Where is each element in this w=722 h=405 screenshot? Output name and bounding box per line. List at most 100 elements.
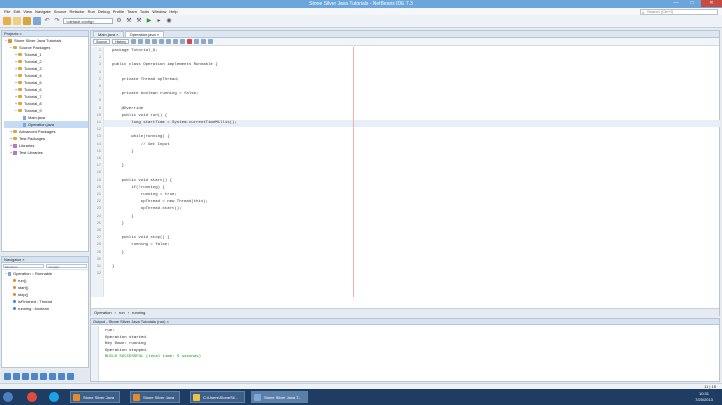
- menu-team[interactable]: Team: [127, 9, 137, 14]
- breadcrumb-method[interactable]: run: [119, 310, 125, 315]
- panel-tool-icon[interactable]: [22, 372, 29, 380]
- tree-package[interactable]: + Tutorial_7: [4, 93, 88, 100]
- navigator-filter-select[interactable]: <empty>: [46, 264, 87, 269]
- code-line[interactable]: opThread = new Thread(this);: [112, 200, 208, 204]
- find-icon[interactable]: [144, 39, 150, 44]
- task-item[interactable]: Stone Silver Java: [70, 391, 120, 403]
- code-line[interactable]: package Tutorial_9;: [112, 49, 158, 53]
- run-icon[interactable]: ▶: [145, 17, 153, 25]
- menu-run[interactable]: Run: [88, 9, 95, 14]
- code-line[interactable]: private Thread opThread;: [112, 78, 180, 82]
- tree-source-packages[interactable]: − Source Packages: [4, 44, 88, 51]
- start-button-icon[interactable]: [3, 392, 13, 402]
- tree-project-root[interactable]: − Stone Silver Java Tutorials: [4, 37, 88, 44]
- code-line[interactable]: opThread.start();: [112, 207, 182, 211]
- menu-debug[interactable]: Debug: [98, 9, 110, 14]
- settings-gear-icon[interactable]: ⚙: [115, 17, 123, 25]
- menu-navigate[interactable]: Navigate: [35, 9, 51, 14]
- code-line[interactable]: private boolean running = false;: [112, 92, 199, 96]
- tree-node[interactable]: + Test Packages: [4, 135, 88, 142]
- code-line[interactable]: }: [112, 164, 124, 168]
- clean-build-icon[interactable]: ⚒: [135, 17, 143, 25]
- breadcrumb-class[interactable]: Operation: [94, 310, 112, 315]
- debug-icon[interactable]: ▸: [155, 17, 163, 25]
- record-macro-icon[interactable]: [186, 39, 192, 44]
- tree-package[interactable]: + Tutorial_2: [4, 58, 88, 65]
- code-line[interactable]: public void start() {: [112, 179, 172, 183]
- navigator-member[interactable]: start(): [4, 284, 88, 291]
- panel-tool-icon[interactable]: [4, 372, 11, 380]
- back-icon[interactable]: [130, 39, 136, 44]
- chrome-icon[interactable]: [27, 392, 37, 402]
- menu-help[interactable]: Help: [169, 9, 177, 14]
- menu-profile[interactable]: Profile: [113, 9, 124, 14]
- menu-window[interactable]: Window: [152, 9, 166, 14]
- tree-file-operation[interactable]: Operation.java: [4, 121, 88, 128]
- shift-left-icon[interactable]: [172, 39, 178, 44]
- maximize-button[interactable]: □: [684, 0, 700, 7]
- source-view-button[interactable]: Source: [93, 39, 111, 44]
- shift-right-icon[interactable]: [179, 39, 185, 44]
- tree-package[interactable]: + Tutorial_1: [4, 51, 88, 58]
- task-item[interactable]: Stone Silver Java: [130, 391, 180, 403]
- code-line[interactable]: while(running) {: [112, 135, 169, 139]
- menu-view[interactable]: View: [23, 9, 32, 14]
- tree-package[interactable]: + Tutorial_3: [4, 65, 88, 72]
- history-view-button[interactable]: History: [112, 39, 129, 44]
- tree-node[interactable]: + Test Libraries: [4, 149, 88, 156]
- breadcrumb-field[interactable]: running: [132, 310, 145, 315]
- code-line[interactable]: // Get Input: [112, 143, 170, 147]
- menu-source[interactable]: Source: [54, 9, 67, 14]
- redo-icon[interactable]: ↷: [53, 17, 61, 25]
- tree-package[interactable]: + Tutorial_8: [4, 100, 88, 107]
- tree-package-open[interactable]: − Tutorial_9: [4, 107, 88, 114]
- code-line[interactable]: }: [112, 215, 133, 219]
- panel-tool-icon[interactable]: [40, 372, 47, 380]
- minimize-button[interactable]: —: [668, 0, 684, 7]
- tree-package[interactable]: + Tutorial_6: [4, 86, 88, 93]
- tree-package[interactable]: + Tutorial_5: [4, 79, 88, 86]
- code-line[interactable]: }: [112, 265, 114, 269]
- stop-macro-icon[interactable]: [193, 39, 199, 44]
- panel-tool-icon[interactable]: [31, 372, 38, 380]
- navigator-member[interactable]: isFinished : Thread: [4, 298, 88, 305]
- new-file-icon[interactable]: [13, 17, 21, 25]
- code-line[interactable]: public void run() {: [112, 114, 168, 118]
- code-line[interactable]: }: [112, 222, 124, 226]
- task-item[interactable]: C:\Users\StoneSil...: [190, 391, 245, 403]
- panel-tool-icon[interactable]: [58, 372, 65, 380]
- comment-icon[interactable]: [200, 39, 206, 44]
- undo-icon[interactable]: ↶: [43, 17, 51, 25]
- code-line[interactable]: running = false;: [112, 243, 169, 247]
- skype-icon[interactable]: [49, 392, 59, 402]
- panel-tool-icon[interactable]: [13, 372, 20, 380]
- navigator-member[interactable]: running : boolean: [4, 305, 88, 312]
- find-previous-icon[interactable]: [151, 39, 157, 44]
- panel-tool-icon[interactable]: [49, 372, 56, 380]
- config-select[interactable]: <default config>: [63, 18, 113, 24]
- build-hammer-icon[interactable]: ⚒: [125, 17, 133, 25]
- tab-operation-java[interactable]: Operation.java ×: [124, 31, 165, 37]
- close-button[interactable]: ✕: [701, 0, 722, 7]
- toggle-highlight-icon[interactable]: [165, 39, 171, 44]
- uncomment-icon[interactable]: [207, 39, 213, 44]
- navigator-view-select[interactable]: Members: [3, 264, 44, 269]
- menu-refactor[interactable]: Refactor: [69, 9, 84, 14]
- forward-icon[interactable]: [137, 39, 143, 44]
- tree-node[interactable]: + Advanced Packages: [4, 128, 88, 135]
- new-project-icon[interactable]: [3, 17, 11, 25]
- code-line[interactable]: }: [112, 251, 124, 255]
- task-item-active[interactable]: Stone Silver Java T...: [251, 391, 308, 403]
- code-line[interactable]: running = true;: [112, 193, 177, 197]
- menu-file[interactable]: File: [4, 9, 10, 14]
- open-project-icon[interactable]: [23, 17, 31, 25]
- code-line[interactable]: public void stop() {: [112, 236, 170, 240]
- code-line[interactable]: if(!running) {: [112, 186, 165, 190]
- code-line[interactable]: }: [112, 150, 133, 154]
- code-line[interactable]: @Override: [112, 107, 144, 111]
- code-line[interactable]: long startTime = System.currentTimeMilli…: [112, 121, 237, 125]
- tree-node[interactable]: + Libraries: [4, 142, 88, 149]
- menu-edit[interactable]: Edit: [13, 9, 20, 14]
- code-line[interactable]: public class Operation implements Runnab…: [112, 63, 218, 67]
- panel-tool-icon[interactable]: [67, 372, 74, 380]
